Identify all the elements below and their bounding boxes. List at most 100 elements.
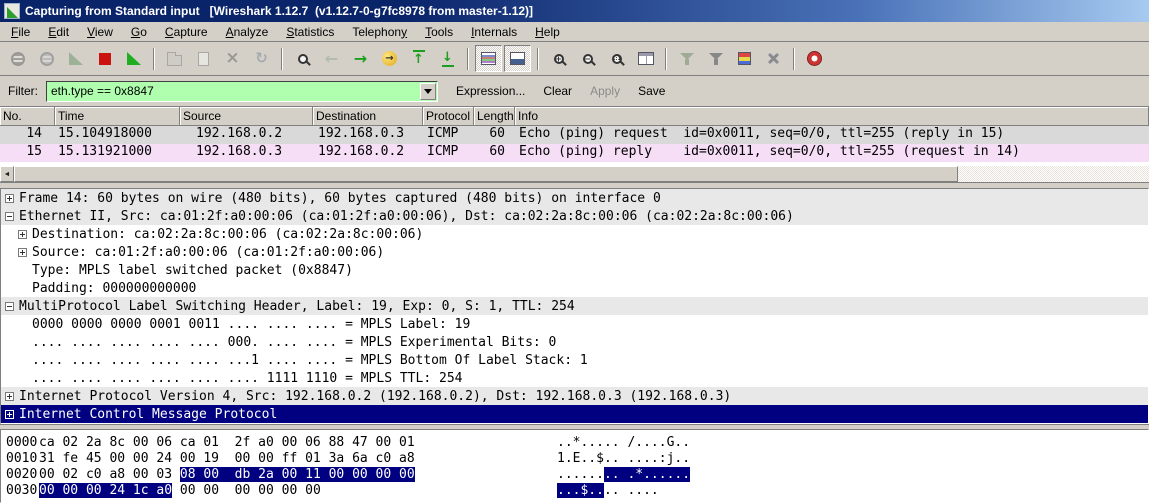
filter-value: eth.type == 0x8847 xyxy=(51,84,154,98)
detail-row[interactable]: Frame 14: 60 bytes on wire (480 bits), 6… xyxy=(1,189,1148,207)
collapse-icon[interactable] xyxy=(5,211,14,221)
help-button[interactable] xyxy=(801,45,828,72)
restart-capture-button[interactable] xyxy=(120,45,147,72)
column-header-destination[interactable]: Destination xyxy=(313,107,423,126)
menu-help[interactable]: Help xyxy=(526,23,569,41)
detail-row[interactable]: 0000 0000 0000 0001 0011 .... .... .... … xyxy=(1,315,1148,333)
go-to-first-packet-button[interactable]: ↑ xyxy=(405,45,432,72)
hex-bytes: 31 fe 45 00 00 24 00 19 00 00 ff 01 3a 6… xyxy=(39,451,415,466)
go-back-button: ← xyxy=(318,45,345,72)
go-forward-button[interactable]: → xyxy=(347,45,374,72)
menu-go[interactable]: Go xyxy=(122,23,156,41)
menu-view[interactable]: View xyxy=(78,23,122,41)
clear-button[interactable]: Clear xyxy=(543,84,572,98)
column-header-info[interactable]: Info xyxy=(515,107,1149,126)
scrollbar-thumb[interactable] xyxy=(14,166,958,182)
packet-row-15[interactable]: 15 15.131921000 192.168.0.3 192.168.0.2 ICMP… xyxy=(0,144,1149,162)
coloring-rules-button[interactable] xyxy=(731,45,758,72)
hex-row-0020[interactable]: 0020 00 02 c0 a8 00 03 08 00 db 2a 00 11 … xyxy=(1,467,1148,483)
save-button[interactable]: Save xyxy=(638,84,665,98)
zoom-out-button[interactable]: − xyxy=(574,45,601,72)
auto-scroll-live-capture-icon xyxy=(510,52,525,65)
detail-row[interactable]: Destination: ca:02:2a:8c:00:06 (ca:02:2a… xyxy=(1,225,1148,243)
detail-row[interactable]: Type: MPLS label switched packet (0x8847… xyxy=(1,261,1148,279)
main-toolbar: × ↻ ← → → ↑ ↓ + − 1:1 xyxy=(0,42,1149,76)
detail-row[interactable]: Source: ca:01:2f:a0:00:06 (ca:01:2f:a0:0… xyxy=(1,243,1148,261)
arrow-left-icon: ◄ xyxy=(3,170,11,178)
expand-icon[interactable] xyxy=(5,391,14,401)
expand-icon[interactable] xyxy=(5,193,14,203)
expand-icon[interactable] xyxy=(18,229,27,239)
scroll-left-button[interactable]: ◄ xyxy=(0,166,14,182)
filter-input[interactable]: eth.type == 0x8847 xyxy=(46,80,438,102)
detail-text: Padding: 000000000000 xyxy=(32,280,197,296)
detail-row[interactable]: Internet Control Message Protocol xyxy=(1,405,1148,423)
menu-internals[interactable]: Internals xyxy=(462,23,526,41)
menu-statistics[interactable]: Statistics xyxy=(277,23,343,41)
go-to-packet-button[interactable]: → xyxy=(376,45,403,72)
apply-button: Apply xyxy=(590,84,621,98)
detail-row[interactable]: .... .... .... .... .... ...1 .... .... … xyxy=(1,351,1148,369)
preferences-button[interactable] xyxy=(760,45,787,72)
detail-text: Frame 14: 60 bytes on wire (480 bits), 6… xyxy=(19,190,661,206)
scrollbar-track[interactable] xyxy=(958,166,1149,182)
detail-text: .... .... .... .... .... .... 1111 1110 … xyxy=(32,370,463,386)
hex-row-0010[interactable]: 0010 31 fe 45 00 00 24 00 19 00 00 ff 01 … xyxy=(1,451,1148,467)
collapse-icon[interactable] xyxy=(5,301,14,311)
display-filters-button[interactable] xyxy=(702,45,729,72)
menu-tools[interactable]: Tools xyxy=(416,23,462,41)
find-packet-button[interactable] xyxy=(289,45,316,72)
hex-ascii: ........ .*...... xyxy=(557,467,1148,483)
column-header-time[interactable]: Time xyxy=(55,107,180,126)
detail-row[interactable]: Padding: 000000000000 xyxy=(1,279,1148,297)
packet-row-14[interactable]: 14 15.104918000 192.168.0.2 192.168.0.3 ICMP… xyxy=(0,126,1149,144)
zoom-in-button[interactable]: + xyxy=(545,45,572,72)
auto-scroll-live-capture-button[interactable] xyxy=(504,45,531,72)
column-header-no[interactable]: No. xyxy=(0,107,55,126)
open-capture-file-icon xyxy=(167,51,182,66)
open-capture-file-button xyxy=(161,45,188,72)
hex-bytes: 00 00 00 00 00 00 xyxy=(172,483,321,498)
menu-telephony[interactable]: Telephony xyxy=(343,23,416,41)
column-header-length[interactable]: Length xyxy=(474,107,515,126)
find-packet-icon xyxy=(297,53,308,64)
cell-no: 15 xyxy=(26,144,42,159)
detail-text: .... .... .... .... .... ...1 .... .... … xyxy=(32,352,588,368)
resize-columns-button[interactable] xyxy=(632,45,659,72)
cell-source: 192.168.0.3 xyxy=(196,144,283,159)
packet-bytes-pane: 0000 ca 02 2a 8c 00 06 ca 01 2f a0 00 06 … xyxy=(0,429,1149,503)
menu-capture[interactable]: Capture xyxy=(156,23,217,41)
detail-row[interactable]: .... .... .... .... .... .... 1111 1110 … xyxy=(1,369,1148,387)
capture-options-icon xyxy=(39,51,54,66)
help-icon xyxy=(807,51,822,66)
column-header-protocol[interactable]: Protocol xyxy=(423,107,474,126)
hex-row-0030[interactable]: 0030 00 00 00 24 1c a0 00 00 00 00 00 00.… xyxy=(1,483,1148,499)
zoom-100-button[interactable]: 1:1 xyxy=(603,45,630,72)
start-capture-icon xyxy=(68,52,83,65)
expression-button[interactable]: Expression... xyxy=(456,84,525,98)
stop-capture-button[interactable] xyxy=(91,45,118,72)
menu-edit[interactable]: Edit xyxy=(39,23,78,41)
expand-icon[interactable] xyxy=(5,409,14,419)
detail-row[interactable]: Ethernet II, Src: ca:01:2f:a0:00:06 (ca:… xyxy=(1,207,1148,225)
menu-file[interactable]: File xyxy=(2,23,39,41)
hex-row-0000[interactable]: 0000 ca 02 2a 8c 00 06 ca 01 2f a0 00 06 … xyxy=(1,435,1148,451)
expand-icon[interactable] xyxy=(18,247,27,257)
go-to-last-packet-button[interactable]: ↓ xyxy=(434,45,461,72)
detail-text: 0000 0000 0000 0001 0011 .... .... .... … xyxy=(32,316,471,332)
filter-dropdown-button[interactable] xyxy=(420,82,436,100)
colorize-packet-list-button[interactable] xyxy=(475,45,502,72)
display-filters-icon xyxy=(708,52,723,65)
column-header-source[interactable]: Source xyxy=(180,107,313,126)
hex-bytes: ...... xyxy=(557,467,604,482)
toolbar-separator xyxy=(537,47,539,70)
wireshark-window: Capturing from Standard input [Wireshark… xyxy=(0,0,1149,503)
cell-length: 60 xyxy=(489,126,505,141)
toolbar-separator xyxy=(281,47,283,70)
detail-row[interactable]: Internet Protocol Version 4, Src: 192.16… xyxy=(1,387,1148,405)
menu-analyze[interactable]: Analyze xyxy=(217,23,278,41)
detail-row[interactable]: MultiProtocol Label Switching Header, La… xyxy=(1,297,1148,315)
hex-data: 00 00 00 24 1c a0 00 00 00 00 00 00 xyxy=(39,483,557,499)
detail-row[interactable]: .... .... .... .... .... 000. .... .... … xyxy=(1,333,1148,351)
hex-bytes: ..*..... /....G.. xyxy=(557,435,691,450)
